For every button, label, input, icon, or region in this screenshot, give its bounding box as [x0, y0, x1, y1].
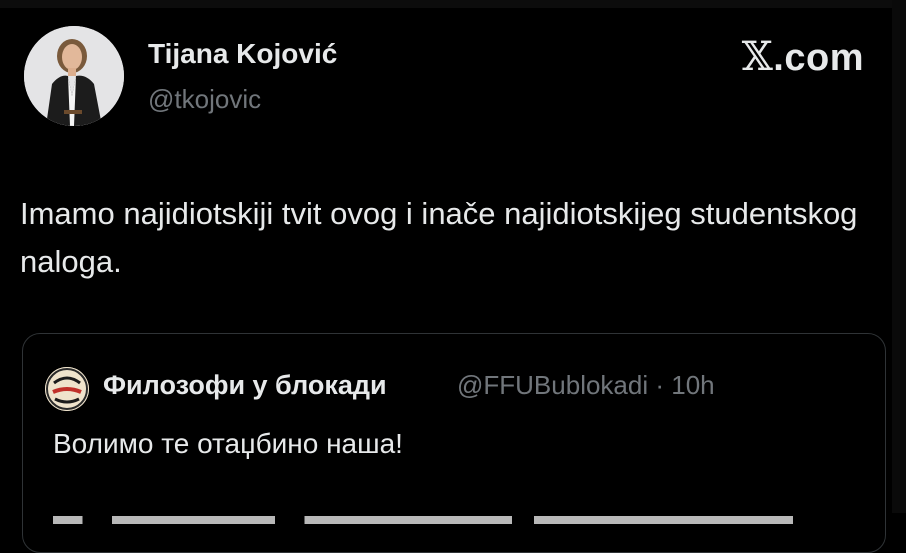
quoted-tweet-card[interactable]: Филозофи у блокади @FFUBublokadi · 10h В…: [22, 333, 886, 553]
profile-photo-icon: [24, 26, 124, 126]
quote-author-handle[interactable]: @FFUBublokadi: [457, 370, 648, 400]
top-strip: [0, 0, 906, 8]
x-com-watermark: 𝕏.com: [742, 34, 864, 80]
filozofi-blokada-logo-icon: [45, 367, 89, 411]
site-suffix: .com: [773, 37, 864, 79]
quote-author-meta: @FFUBublokadi · 10h: [457, 370, 715, 401]
scrollbar[interactable]: [892, 0, 906, 513]
tweet-text: Imamo najidiotskiji tvit ovog i inače na…: [20, 196, 858, 279]
author-handle[interactable]: @tkojovic: [148, 84, 261, 115]
author-avatar[interactable]: [24, 26, 124, 126]
x-logo-icon: 𝕏: [741, 34, 774, 80]
quote-author-avatar[interactable]: [45, 367, 89, 411]
cropped-text-line: [53, 494, 793, 524]
author-display-name[interactable]: Tijana Kojović: [148, 38, 337, 70]
quote-author-name[interactable]: Филозофи у блокади: [103, 370, 387, 401]
quote-timestamp[interactable]: · 10h: [655, 370, 714, 400]
cropped-text-fragment: [53, 516, 793, 524]
quote-text: Волимо те отаџбино наша!: [53, 428, 403, 459]
